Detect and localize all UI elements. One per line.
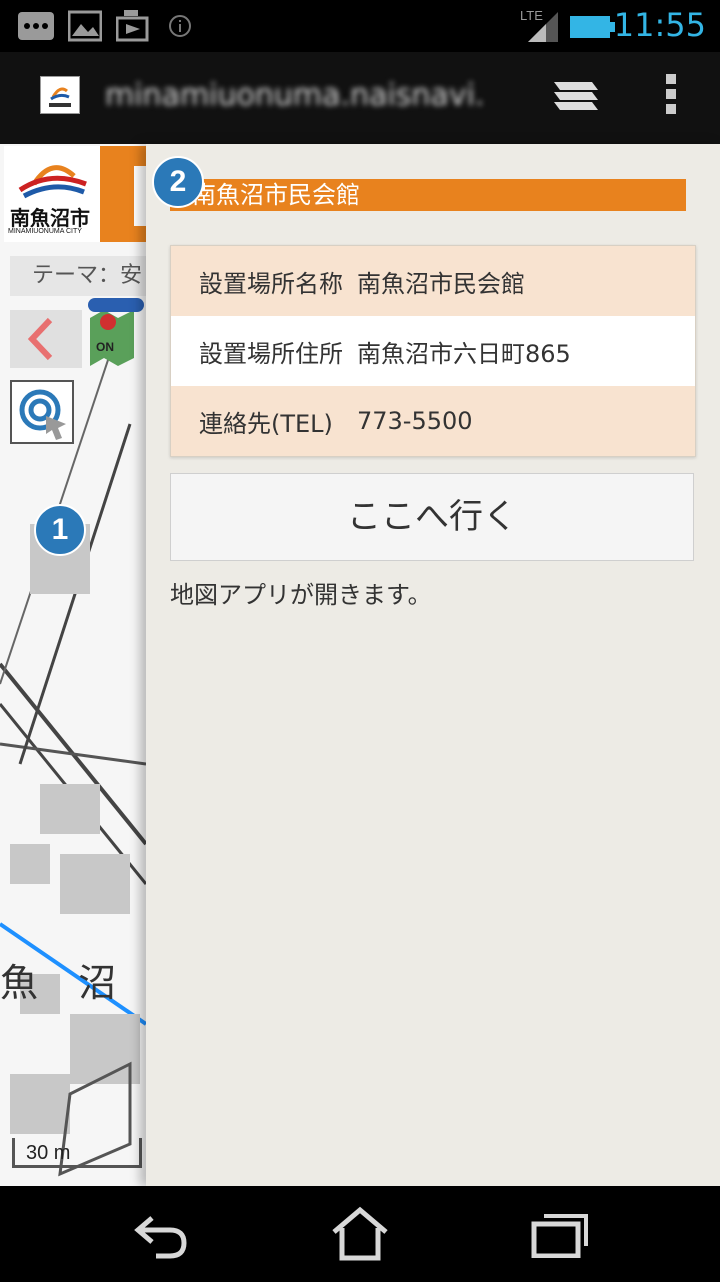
url-field[interactable]: minamiuonuma.naisnavi.: [105, 78, 484, 113]
table-row: 設置場所住所 南魚沼市六日町865: [171, 316, 695, 386]
table-row: 設置場所名称 南魚沼市民会館: [171, 246, 695, 316]
layer-toggle-label: ON: [96, 340, 114, 354]
step-badge-1: 1: [34, 504, 86, 556]
theme-selector[interactable]: テーマ：安: [10, 256, 146, 296]
current-location-icon[interactable]: [10, 380, 74, 444]
header-white-box: [134, 166, 146, 226]
status-bar: LTE 11:55: [0, 0, 720, 52]
home-icon[interactable]: [330, 1206, 390, 1262]
row-value: 南魚沼市民会館: [357, 269, 525, 298]
back-icon[interactable]: [132, 1210, 188, 1260]
city-logo[interactable]: 南魚沼市 MINAMIUONUMA CITY: [4, 146, 100, 242]
map-scale-text: 30 m: [26, 1142, 71, 1164]
image-icon: [68, 10, 102, 42]
battery-icon: [570, 16, 615, 38]
row-value: 南魚沼市六日町865: [357, 339, 571, 368]
map-app-note: 地図アプリが開きます。: [170, 581, 432, 609]
row-label: 設置場所名称: [199, 269, 343, 298]
facility-title: 南魚沼市民会館: [170, 179, 686, 211]
overflow-menu-icon[interactable]: [664, 74, 678, 114]
clock: 11:55: [613, 6, 706, 44]
city-logo-subtext: MINAMIUONUMA CITY: [8, 228, 82, 235]
row-value: 773-5500: [357, 407, 473, 435]
city-logo-text: 南魚沼市: [10, 206, 90, 230]
navigate-here-button[interactable]: ここへ行く: [170, 473, 694, 561]
map-layer-icon[interactable]: [84, 298, 146, 368]
facility-info-table: 設置場所名称 南魚沼市民会館 設置場所住所 南魚沼市六日町865 連絡先(TEL…: [170, 245, 696, 457]
more-notifications-icon: [18, 12, 54, 40]
table-row: 連絡先(TEL) 773-5500: [171, 386, 695, 456]
signal-icon: [528, 12, 558, 42]
info-icon: [169, 15, 191, 37]
system-nav-bar: [0, 1186, 720, 1282]
row-label: 設置場所住所: [199, 339, 343, 368]
recent-apps-icon[interactable]: [530, 1212, 590, 1258]
download-icon: [116, 10, 149, 42]
favicon-icon[interactable]: [40, 76, 80, 114]
back-chevron-icon[interactable]: [10, 310, 82, 368]
tabs-icon[interactable]: [552, 78, 600, 114]
step-badge-2: 2: [152, 156, 204, 208]
row-label: 連絡先(TEL): [199, 409, 333, 438]
